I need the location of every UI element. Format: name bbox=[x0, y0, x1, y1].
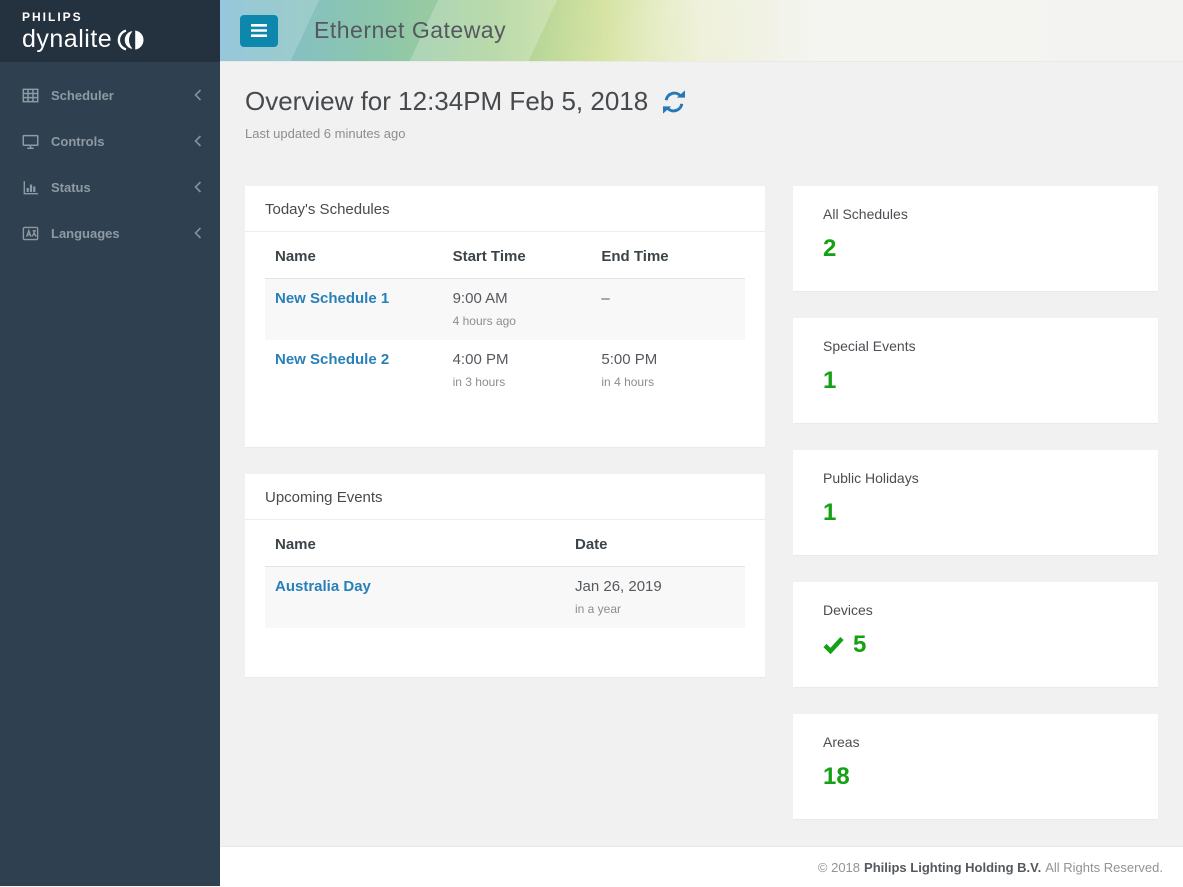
event-date-relative: in a year bbox=[575, 602, 735, 616]
last-updated-text: Last updated 6 minutes ago bbox=[245, 126, 1158, 141]
content: Overview for 12:34PM Feb 5, 2018 Last up… bbox=[220, 62, 1183, 846]
stat-card-public-holidays: Public Holidays 1 bbox=[793, 450, 1158, 555]
stat-value: 2 bbox=[823, 235, 836, 263]
right-column: All Schedules 2 Special Events 1 Public … bbox=[793, 186, 1158, 846]
start-time-relative: in 3 hours bbox=[453, 375, 582, 389]
philips-wordmark: PHILIPS bbox=[22, 10, 220, 24]
table-row: New Schedule 2 4:00 PM in 3 hours 5:00 P… bbox=[265, 340, 745, 401]
event-date: Jan 26, 2019 bbox=[575, 578, 735, 595]
copyright-prefix: © 2018 bbox=[818, 860, 860, 875]
column-header-name: Name bbox=[265, 232, 443, 279]
sidebar-item-label: Scheduler bbox=[51, 88, 194, 103]
stat-card-all-schedules: All Schedules 2 bbox=[793, 186, 1158, 291]
end-time-relative: in 4 hours bbox=[601, 375, 735, 389]
stat-card-special-events: Special Events 1 bbox=[793, 318, 1158, 423]
table-row: Australia Day Jan 26, 2019 in a year bbox=[265, 567, 745, 629]
stat-label: Public Holidays bbox=[823, 470, 1128, 486]
rights-text: All Rights Reserved. bbox=[1045, 860, 1163, 875]
column-header-date: Date bbox=[565, 520, 745, 567]
check-icon bbox=[823, 636, 844, 654]
stat-label: Special Events bbox=[823, 338, 1128, 354]
chevron-left-icon bbox=[194, 227, 202, 239]
dynalite-wordmark: dynalite bbox=[22, 25, 112, 54]
column-header-start: Start Time bbox=[443, 232, 592, 279]
column-header-name: Name bbox=[265, 520, 565, 567]
top-header-bar: Ethernet Gateway bbox=[220, 0, 1183, 62]
menu-toggle-button[interactable] bbox=[240, 15, 278, 47]
stat-label: All Schedules bbox=[823, 206, 1128, 222]
column-header-end: End Time bbox=[591, 232, 745, 279]
left-column: Today's Schedules Name Start Time End Ti… bbox=[245, 186, 765, 846]
hamburger-icon bbox=[251, 24, 267, 37]
table-icon bbox=[22, 87, 39, 104]
sidebar-item-label: Controls bbox=[51, 134, 194, 149]
todays-schedules-table: Name Start Time End Time New Schedule 1 … bbox=[265, 232, 745, 401]
sidebar-item-controls[interactable]: Controls bbox=[0, 118, 220, 164]
bar-chart-icon bbox=[22, 179, 39, 196]
company-name: Philips Lighting Holding B.V. bbox=[864, 860, 1041, 875]
sidebar-item-languages[interactable]: Languages bbox=[0, 210, 220, 256]
stat-value: 5 bbox=[853, 631, 866, 659]
todays-schedules-card: Today's Schedules Name Start Time End Ti… bbox=[245, 186, 765, 447]
upcoming-events-table: Name Date Australia Day Jan 26, 2019 in … bbox=[265, 520, 745, 628]
chevron-left-icon bbox=[194, 135, 202, 147]
sidebar-item-scheduler[interactable]: Scheduler bbox=[0, 72, 220, 118]
refresh-icon bbox=[662, 90, 686, 114]
stat-value: 18 bbox=[823, 763, 850, 791]
sidebar-nav: Scheduler Controls bbox=[0, 62, 220, 256]
sidebar: PHILIPS dynalite bbox=[0, 0, 220, 886]
end-time: 5:00 PM bbox=[601, 351, 735, 368]
schedule-link[interactable]: New Schedule 1 bbox=[275, 290, 389, 307]
card-title: Today's Schedules bbox=[245, 186, 765, 232]
language-icon bbox=[22, 225, 39, 242]
stat-card-devices: Devices 5 bbox=[793, 582, 1158, 687]
event-link[interactable]: Australia Day bbox=[275, 578, 371, 595]
start-time-relative: 4 hours ago bbox=[453, 314, 582, 328]
sidebar-item-status[interactable]: Status bbox=[0, 164, 220, 210]
chevron-left-icon bbox=[194, 181, 202, 193]
main-area: Ethernet Gateway Overview for 12:34PM Fe… bbox=[220, 0, 1183, 886]
refresh-button[interactable] bbox=[662, 90, 686, 114]
start-time: 4:00 PM bbox=[453, 351, 582, 368]
stat-label: Areas bbox=[823, 734, 1128, 750]
overview-title: Overview for 12:34PM Feb 5, 2018 bbox=[245, 86, 648, 117]
overview-header: Overview for 12:34PM Feb 5, 2018 bbox=[245, 86, 1158, 117]
stat-value: 1 bbox=[823, 499, 836, 527]
page-title: Ethernet Gateway bbox=[314, 17, 506, 44]
table-row: New Schedule 1 9:00 AM 4 hours ago – bbox=[265, 279, 745, 341]
stat-label: Devices bbox=[823, 602, 1128, 618]
stat-value: 1 bbox=[823, 367, 836, 395]
sidebar-item-label: Languages bbox=[51, 226, 194, 241]
dashboard-columns: Today's Schedules Name Start Time End Ti… bbox=[245, 186, 1158, 846]
chevron-left-icon bbox=[194, 89, 202, 101]
app-window: PHILIPS dynalite bbox=[0, 0, 1183, 886]
start-time: 9:00 AM bbox=[453, 290, 582, 307]
brand-logo: PHILIPS dynalite bbox=[0, 0, 220, 62]
end-time: – bbox=[601, 290, 735, 307]
desktop-icon bbox=[22, 133, 39, 150]
upcoming-events-card: Upcoming Events Name Date Australia D bbox=[245, 474, 765, 677]
dynalite-cd-icon bbox=[116, 29, 146, 51]
schedule-link[interactable]: New Schedule 2 bbox=[275, 351, 389, 368]
footer: © 2018 Philips Lighting Holding B.V. All… bbox=[220, 846, 1183, 887]
sidebar-item-label: Status bbox=[51, 180, 194, 195]
stat-card-areas: Areas 18 bbox=[793, 714, 1158, 819]
card-title: Upcoming Events bbox=[245, 474, 765, 520]
